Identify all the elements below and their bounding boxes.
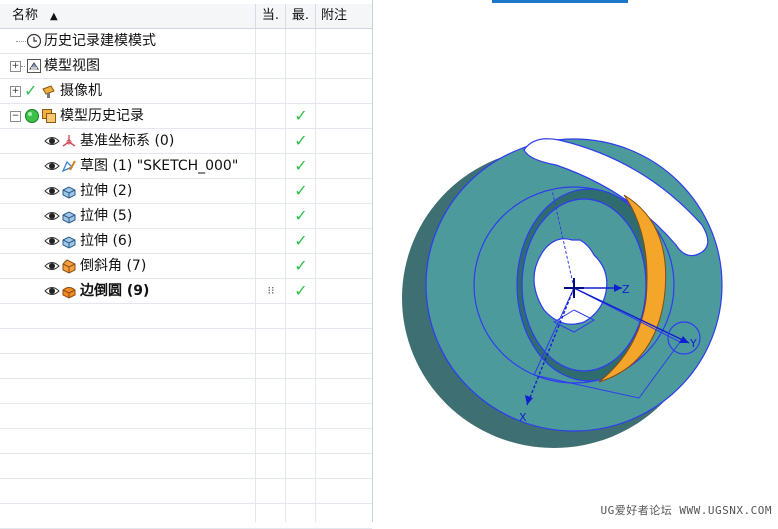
- column-current[interactable]: 当.: [256, 4, 286, 28]
- tree-row-feature[interactable]: 拉伸 (6) ✓: [0, 229, 372, 254]
- extrude-icon: [62, 236, 76, 249]
- column-header: 名称 ▲ 当. 最. 附注: [0, 4, 372, 29]
- column-uptodate[interactable]: 最.: [286, 4, 316, 28]
- empty-row: [0, 479, 372, 504]
- datum-csys-icon: [62, 135, 76, 147]
- sort-up-icon: ▲: [50, 11, 58, 22]
- uptodate-check-icon: ✓: [294, 231, 308, 250]
- tree-row-feature[interactable]: 草图 (1) "SKETCH_000" ✓: [0, 154, 372, 179]
- empty-row: [0, 404, 372, 429]
- eye-icon[interactable]: [44, 258, 60, 274]
- column-notes[interactable]: 附注: [316, 4, 372, 28]
- axis-x-label: X: [519, 411, 527, 424]
- eye-icon[interactable]: [44, 133, 60, 149]
- empty-row: [0, 454, 372, 479]
- tree-row-feature-current[interactable]: 边倒圆 (9) ⁝⁝ ✓: [0, 279, 372, 304]
- check-icon: ✓: [24, 81, 38, 100]
- tree-row-model-views[interactable]: + 模型视图: [0, 54, 372, 79]
- empty-row: [0, 354, 372, 379]
- empty-row: [0, 379, 372, 404]
- empty-row: [0, 329, 372, 354]
- sketch-icon: [61, 160, 76, 173]
- extrude-icon: [62, 211, 76, 224]
- eye-icon[interactable]: [44, 208, 60, 224]
- tree-row-feature[interactable]: 基准坐标系 (0) ✓: [0, 129, 372, 154]
- column-name[interactable]: 名称 ▲: [0, 4, 256, 28]
- uptodate-check-icon: ✓: [294, 106, 308, 125]
- empty-row: [0, 429, 372, 454]
- eye-icon[interactable]: [44, 183, 60, 199]
- uptodate-check-icon: ✓: [294, 156, 308, 175]
- eye-icon[interactable]: [44, 283, 60, 299]
- extrude-icon: [62, 186, 76, 199]
- tree-row-feature[interactable]: 拉伸 (5) ✓: [0, 204, 372, 229]
- tree-row-cameras[interactable]: + ✓ 摄像机: [0, 79, 372, 104]
- tree-row-feature[interactable]: 拉伸 (2) ✓: [0, 179, 372, 204]
- axis-z-label: Z: [622, 283, 630, 296]
- uptodate-check-icon: ✓: [294, 181, 308, 200]
- chamfer-icon: [62, 259, 76, 274]
- empty-row: [0, 304, 372, 329]
- model-view-icon: [27, 59, 41, 73]
- current-feature-icon: ⁝⁝: [267, 284, 275, 297]
- uptodate-check-icon: ✓: [294, 256, 308, 275]
- tree-row-feature[interactable]: 倒斜角 (7) ✓: [0, 254, 372, 279]
- tree-row-model-history[interactable]: − 模型历史记录 ✓: [0, 104, 372, 129]
- collapse-icon[interactable]: −: [10, 111, 21, 122]
- watermark: UG爱好者论坛 WWW.UGSNX.COM: [600, 504, 772, 517]
- edge-blend-icon: [62, 287, 76, 299]
- camera-icon: [42, 85, 55, 98]
- expand-icon[interactable]: +: [10, 86, 21, 97]
- eye-icon[interactable]: [44, 158, 60, 174]
- clock-icon: [26, 33, 42, 49]
- history-icon: [42, 109, 56, 123]
- tree-row-history-mode[interactable]: 历史记录建模模式: [0, 29, 372, 54]
- uptodate-check-icon: ✓: [294, 131, 308, 150]
- part-navigator: 名称 ▲ 当. 最. 附注 历史记录建模模式 + 模型视图 + ✓ 摄像机 − …: [0, 0, 373, 529]
- graphics-viewport[interactable]: Z X Y UG爱好者论坛 WWW.UGSNX.COM: [384, 0, 778, 522]
- expand-icon[interactable]: +: [10, 61, 21, 72]
- uptodate-check-icon: ✓: [294, 281, 308, 300]
- part-model[interactable]: Z X Y: [384, 0, 778, 522]
- uptodate-check-icon: ✓: [294, 206, 308, 225]
- empty-row: [0, 504, 372, 529]
- tree-rows: 历史记录建模模式 + 模型视图 + ✓ 摄像机 − 模型历史记录 ✓ 基准坐标系…: [0, 29, 372, 529]
- eye-icon[interactable]: [44, 233, 60, 249]
- status-green-dot-icon: [25, 109, 39, 123]
